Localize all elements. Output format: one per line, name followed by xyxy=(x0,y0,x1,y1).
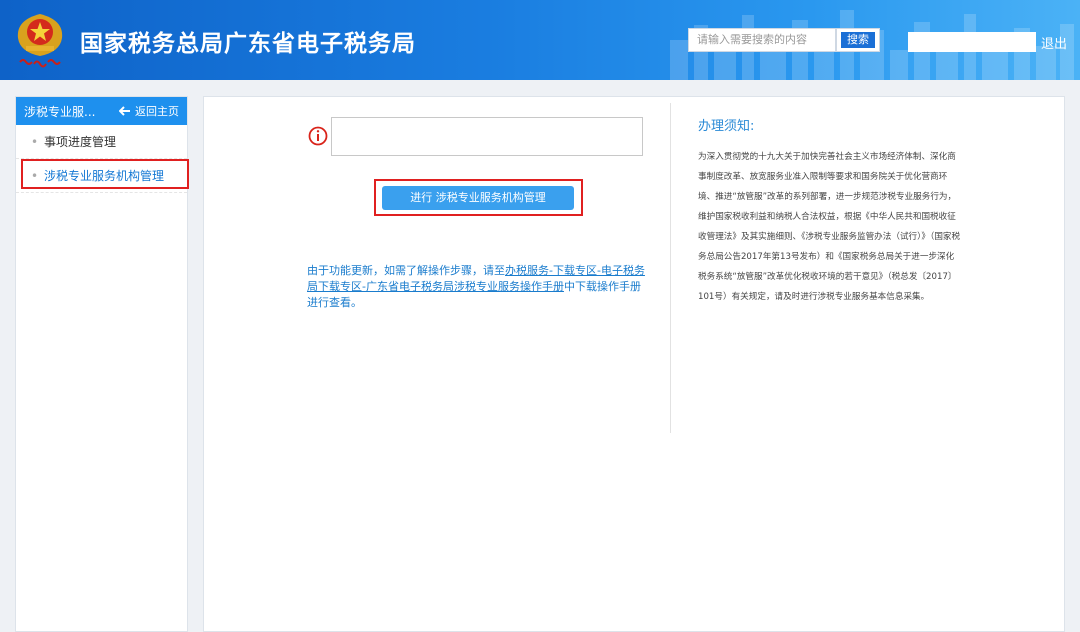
user-name-box xyxy=(908,32,1036,52)
enter-agency-management-button[interactable]: 进行 涉税专业服务机构管理 xyxy=(382,186,574,210)
top-header: 国家税务总局广东省电子税务局 请输入需要搜索的内容 搜索 退出 xyxy=(0,0,1080,80)
tax-emblem-logo xyxy=(17,14,63,68)
sidebar-item-progress[interactable]: 事项进度管理 xyxy=(16,125,187,159)
info-icon xyxy=(308,126,328,146)
operation-notice: 由于功能更新，如需了解操作步骤，请至办税服务-下载专区-电子税务局下载专区-广东… xyxy=(307,263,647,311)
sidebar-header: 涉税专业服... 返回主页 xyxy=(16,97,187,125)
back-home-link[interactable]: 返回主页 xyxy=(119,103,179,119)
search-input[interactable]: 请输入需要搜索的内容 xyxy=(688,28,836,52)
vertical-divider xyxy=(670,103,671,433)
notice-prefix: 由于功能更新，如需了解操作步骤，请至 xyxy=(307,264,505,277)
site-title: 国家税务总局广东省电子税务局 xyxy=(80,31,416,57)
sidebar-item-agency-management[interactable]: 涉税专业服务机构管理 xyxy=(16,159,189,193)
message-textbox[interactable] xyxy=(331,117,643,156)
main-content: 进行 涉税专业服务机构管理 由于功能更新，如需了解操作步骤，请至办税服务-下载专… xyxy=(203,96,1065,632)
logout-link[interactable]: 退出 xyxy=(1041,33,1067,52)
highlight-box: 进行 涉税专业服务机构管理 xyxy=(374,179,583,216)
back-arrow-icon xyxy=(119,106,130,116)
search-button-label: 搜索 xyxy=(841,32,875,48)
sidebar-title: 涉税专业服... xyxy=(24,104,96,119)
sidebar: 涉税专业服... 返回主页 事项进度管理 涉税专业服务机构管理 xyxy=(15,96,189,632)
search-button[interactable]: 搜索 xyxy=(836,28,880,52)
tips-body: 为深入贯彻党的十九大关于加快完善社会主义市场经济体制、深化商事制度改革、放宽服务… xyxy=(698,152,961,302)
back-home-label: 返回主页 xyxy=(135,105,179,118)
tips-title: 办理须知: xyxy=(698,119,755,134)
highlight-box xyxy=(21,159,189,189)
sidebar-item-label: 事项进度管理 xyxy=(44,135,117,149)
